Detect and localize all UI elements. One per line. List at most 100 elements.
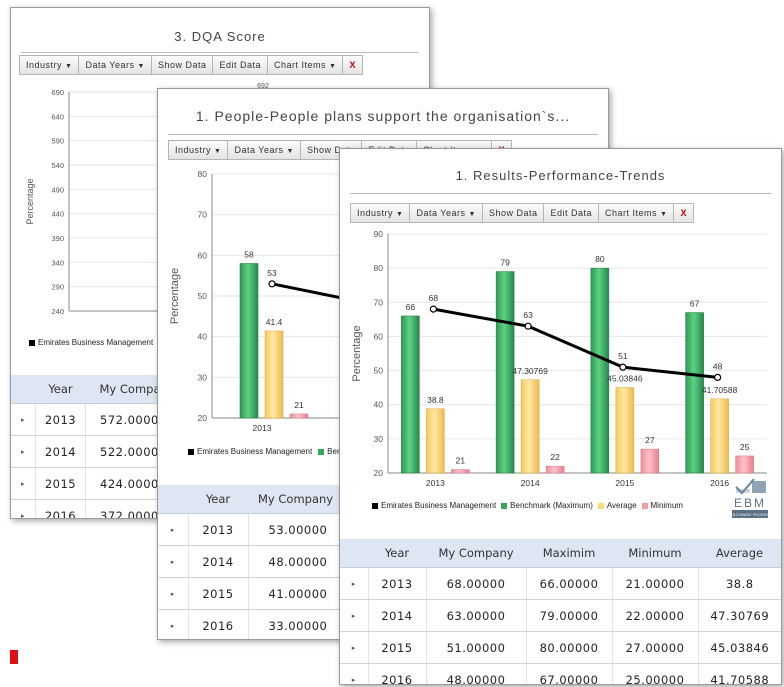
y-tick-label: 90 [374, 229, 384, 239]
legend-label-emirates: Emirates Business Management [197, 447, 313, 456]
y-tick-label: 50 [198, 291, 208, 301]
y-tick-label: 20 [198, 413, 208, 423]
table-cell: 2013 [35, 403, 86, 436]
expand-arrow-icon[interactable]: ▸ [340, 599, 369, 632]
data-label: 38.8 [427, 395, 444, 405]
legend-label-emirates: Emirates Business Management [381, 501, 497, 510]
y-tick-label: 70 [374, 297, 384, 307]
table-cell: 2014 [35, 435, 86, 468]
bar-average [615, 387, 635, 474]
expand-arrow-icon[interactable]: ▸ [11, 403, 36, 436]
line-point [268, 280, 276, 288]
line-point [429, 305, 437, 313]
column-header: Year [188, 485, 248, 514]
expand-arrow-icon[interactable]: ▸ [158, 609, 189, 639]
y-tick-label: 340 [51, 258, 64, 267]
table-row[interactable]: ▸ 2015 51.00000 80.00000 27.00000 45.03846 [340, 631, 781, 664]
line-label: 53 [267, 268, 277, 278]
legend-label-avg: Average [606, 501, 637, 510]
bar-benchmark [239, 263, 259, 419]
bar-average [710, 398, 729, 474]
table-row[interactable]: ▸ 2013 68.00000 66.00000 21.00000 38.8 [340, 567, 781, 600]
svg-text:BENCHMARK PROGRAM: BENCHMARK PROGRAM [730, 513, 770, 517]
table-cell: 2013 [368, 567, 427, 600]
expand-arrow-icon[interactable]: ▸ [340, 631, 369, 664]
table-cell: 47.30769 [698, 599, 781, 632]
table-cell: 2016 [35, 499, 86, 518]
expand-arrow-icon[interactable]: ▸ [158, 513, 189, 546]
data-label: 25 [740, 442, 750, 452]
column-header: My Company [426, 539, 526, 568]
panel-results-trends: 1. Results-Performance-Trends Industry ▼ … [339, 148, 782, 685]
table-cell: 45.03846 [698, 631, 781, 664]
red-marker [10, 650, 18, 664]
bar-minimum [640, 448, 660, 474]
legend-swatch-line [188, 448, 194, 455]
column-header: Year [35, 375, 86, 404]
data-label: 21 [456, 456, 466, 466]
table-cell: 22.00000 [612, 599, 699, 632]
bar-average [520, 379, 540, 474]
chart-legend: Emirates Business Management Benchmark (… [372, 501, 683, 510]
data-label: 66 [406, 302, 416, 312]
line-label: 51 [618, 351, 628, 361]
bar-benchmark [590, 267, 610, 474]
x-tick-label: 2013 [426, 478, 445, 488]
table-row[interactable]: ▸ 2014 63.00000 79.00000 22.00000 47.30769 [340, 599, 781, 632]
table-cell: 2015 [368, 631, 427, 664]
ebm-logo: EBM BENCHMARK PROGRAM [730, 479, 770, 518]
expand-arrow-icon[interactable]: ▸ [158, 545, 189, 578]
y-tick-label: 50 [374, 366, 384, 376]
column-header: Average [698, 539, 781, 568]
header-arrow [340, 539, 368, 568]
table-cell: 67.00000 [526, 663, 613, 684]
y-tick-label: 40 [374, 400, 384, 410]
data-table: Year My Company Maximim Minimum Average … [340, 539, 781, 684]
table-cell: 2014 [188, 545, 249, 578]
line-point [714, 373, 722, 381]
expand-arrow-icon[interactable]: ▸ [340, 663, 369, 684]
bar-minimum [451, 469, 470, 474]
x-tick-label: 2015 [615, 478, 634, 488]
table-cell: 80.00000 [526, 631, 613, 664]
bar-minimum [735, 455, 754, 474]
data-label: 41.4 [266, 317, 283, 327]
data-label: 47.30769 [512, 366, 548, 376]
data-label: 79 [500, 258, 510, 268]
y-tick-label: 80 [374, 263, 384, 273]
table-cell: 2015 [188, 577, 249, 610]
y-tick-label: 390 [51, 234, 64, 243]
table-cell: 2013 [188, 513, 249, 546]
table-cell: 25.00000 [612, 663, 699, 684]
expand-arrow-icon[interactable]: ▸ [340, 567, 369, 600]
table-cell: 48.00000 [426, 663, 527, 684]
y-tick-label: 20 [374, 468, 384, 478]
table-cell: 63.00000 [426, 599, 527, 632]
table-cell: 41.70588 [698, 663, 781, 684]
column-header: Maximim [526, 539, 612, 568]
x-tick-label: 2016 [710, 478, 729, 488]
data-label: 22 [550, 452, 560, 462]
y-tick-label: 240 [51, 307, 64, 316]
table-row[interactable]: ▸ 2016 48.00000 67.00000 25.00000 41.70588 [340, 663, 781, 684]
data-label: 45.03846 [607, 374, 643, 384]
expand-arrow-icon[interactable]: ▸ [11, 435, 36, 468]
expand-arrow-icon[interactable]: ▸ [11, 499, 36, 518]
expand-arrow-icon[interactable]: ▸ [158, 577, 189, 610]
expand-arrow-icon[interactable]: ▸ [11, 467, 36, 500]
y-axis-label: Percentage [169, 268, 181, 324]
y-tick-label: 690 [51, 88, 64, 97]
y-axis-label: Percentage [351, 325, 363, 381]
column-header: Minimum [612, 539, 698, 568]
header-arrow [11, 375, 36, 404]
legend-label-bench: Benchmark (Maximum) [510, 501, 593, 510]
bar-average [426, 408, 445, 474]
results-chart: 20 30 40 50 60 70 80 90 Percentage 2013 2014 2015 20… [351, 229, 767, 488]
x-tick-label: 2014 [521, 478, 540, 488]
data-label: 41.70588 [702, 385, 738, 395]
table-cell: 2016 [188, 609, 249, 639]
y-tick-label: 60 [198, 250, 208, 260]
y-tick-label: 440 [51, 210, 64, 219]
table-cell: 2016 [368, 663, 427, 684]
data-label: 21 [294, 400, 304, 410]
